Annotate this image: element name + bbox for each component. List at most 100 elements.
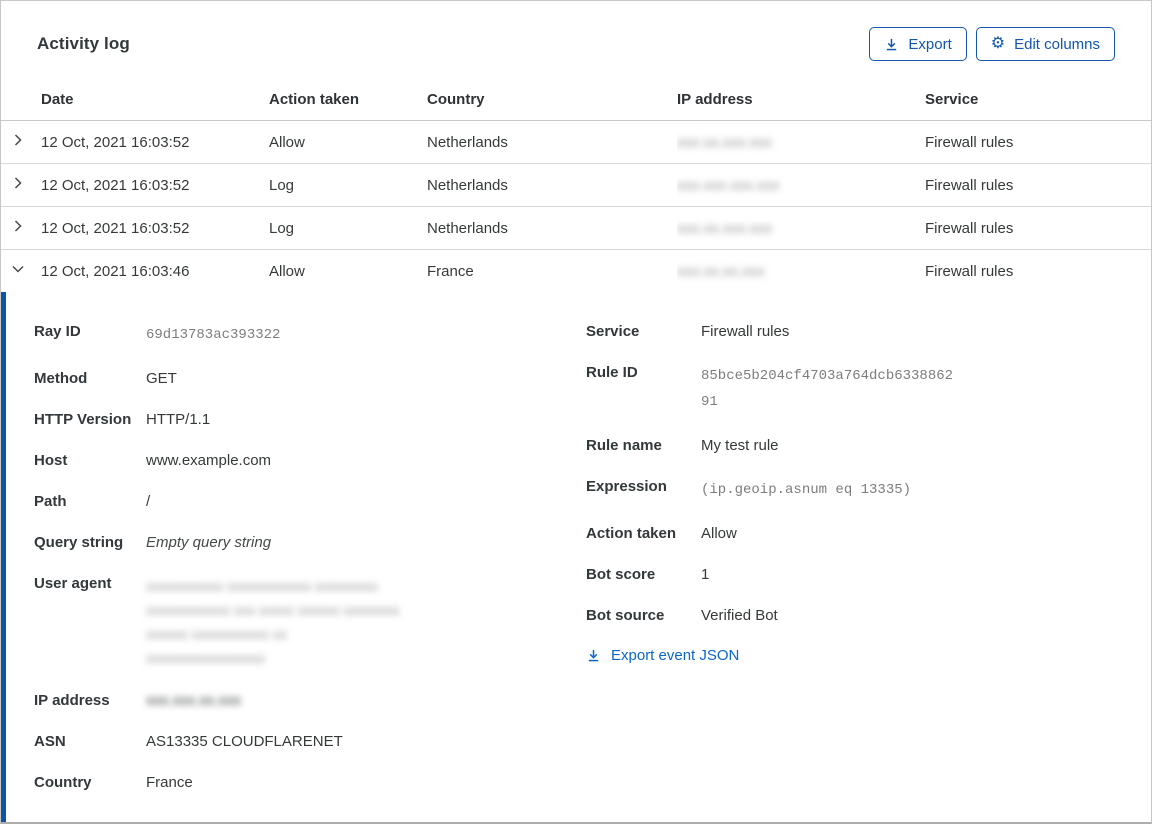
page-title: Activity log [37, 34, 130, 53]
event-details-right-column: Service Firewall rules Rule ID 85bce5b20… [586, 322, 1131, 814]
field-asn: ASN AS13335 CLOUDFLARENET [34, 732, 586, 752]
field-value: GET [146, 370, 177, 387]
table-row[interactable]: 12 Oct, 2021 16:03:52 Log Netherlands xx… [1, 163, 1151, 207]
field-value: www.example.com [146, 452, 272, 469]
chevron-down-icon[interactable] [10, 261, 26, 277]
edit-columns-button-label: Edit columns [1014, 35, 1100, 53]
chevron-right-icon[interactable] [10, 175, 26, 191]
export-event-json-link[interactable]: Export event JSON [586, 647, 739, 664]
page-header: Activity log Export ⚙ Edit columns [1, 1, 1151, 83]
field-label: Ray ID [34, 323, 81, 340]
cell-action: Allow [269, 262, 305, 280]
field-label: User agent [34, 575, 112, 592]
field-user-agent: User agent xxxxxxxxxxx xxxxxxxxxxxx xxxx… [34, 574, 586, 670]
field-label: Bot source [586, 607, 665, 624]
redacted-text-line: xxxxxxxxxxxxxxxxx [146, 650, 265, 666]
activity-log-panel: Activity log Export ⚙ Edit columns Date … [0, 0, 1152, 824]
field-value: My test rule [701, 437, 779, 454]
column-date: Date [41, 83, 269, 121]
field-ray-id: Ray ID 69d13783ac393322 [34, 322, 586, 348]
field-action-taken: Action taken Allow [586, 524, 1131, 544]
cell-service: Firewall rules [925, 206, 1151, 250]
gear-icon: ⚙ [990, 35, 1006, 52]
column-service: Service [925, 83, 1151, 121]
cell-country: Netherlands [427, 163, 677, 207]
field-value: Empty query string [146, 534, 272, 551]
field-value-redacted: xxxxxxxxxxx xxxxxxxxxxxx xxxxxxxxx xxxxx… [146, 574, 400, 670]
cell-action: Allow [269, 120, 427, 164]
field-label: Path [34, 493, 67, 510]
export-event-json-label: Export event JSON [611, 647, 740, 664]
field-label: IP address [34, 692, 110, 709]
field-label: Method [34, 370, 88, 387]
cell-ip-redacted: xxx.xx.xxx.xxx [677, 219, 773, 237]
cell-country: Netherlands [427, 120, 677, 164]
table-header: Date Action taken Country IP address Ser… [1, 83, 1151, 121]
field-label: Service [586, 323, 640, 340]
redacted-text-line: xxxxxx xxxxxxxxxxx xx [146, 626, 287, 642]
event-details-left-column: Ray ID 69d13783ac393322 Method GET HTTP … [34, 322, 586, 814]
column-action-taken: Action taken [269, 83, 427, 121]
cell-date: 12 Oct, 2021 16:03:52 [41, 120, 269, 164]
chevron-right-icon[interactable] [10, 132, 26, 148]
cell-date: 12 Oct, 2021 16:03:52 [41, 163, 269, 207]
edit-columns-button[interactable]: ⚙ Edit columns [975, 27, 1115, 61]
cell-ip-redacted: xxx.xx.xxx.xxx [677, 133, 773, 151]
field-value: Verified Bot [701, 607, 778, 624]
column-country: Country [427, 83, 677, 121]
redacted-text-line: xxxxxxxxxxx xxxxxxxxxxxx xxxxxxxxx [146, 578, 378, 594]
field-value: (ip.geoip.asnum eq 13335) [701, 482, 912, 498]
field-label: Bot score [586, 566, 656, 583]
cell-service: Firewall rules [925, 163, 1151, 207]
field-value: / [146, 493, 151, 510]
field-value: Firewall rules [701, 323, 790, 340]
chevron-right-icon[interactable] [10, 218, 26, 234]
field-value: HTTP/1.1 [146, 411, 211, 428]
field-label: HTTP Version [34, 411, 132, 428]
field-value: Allow [701, 525, 737, 542]
cell-country: Netherlands [427, 206, 677, 250]
export-button[interactable]: Export [869, 27, 967, 61]
field-host: Host www.example.com [34, 451, 586, 471]
cell-service: Firewall rules [925, 120, 1151, 164]
column-expander [1, 83, 41, 121]
cell-country: France [427, 262, 474, 280]
field-method: Method GET [34, 369, 586, 389]
field-label: Rule ID [586, 364, 638, 381]
cell-ip-redacted: xxx.xx.xx.xxx [677, 262, 765, 280]
field-value: AS13335 CLOUDFLARENET [146, 733, 343, 750]
download-icon [586, 648, 601, 663]
field-rule-name: Rule name My test rule [586, 436, 1131, 456]
field-country: Country France [34, 773, 586, 793]
activity-log-table: Date Action taken Country IP address Ser… [1, 83, 1151, 292]
field-label: Action taken [586, 525, 677, 542]
cell-service: Firewall rules [925, 262, 1014, 280]
field-rule-id: Rule ID 85bce5b204cf4703a764dcb633886291 [586, 363, 1131, 415]
toolbar: Export ⚙ Edit columns [869, 27, 1115, 61]
table-row-expanded[interactable]: 12 Oct, 2021 16:03:46 Allow France xxx.x… [1, 249, 1151, 292]
field-label: Expression [586, 478, 667, 495]
cell-date: 12 Oct, 2021 16:03:52 [41, 206, 269, 250]
field-value: France [146, 774, 193, 791]
field-path: Path / [34, 492, 586, 512]
export-button-label: Export [908, 35, 952, 53]
cell-action: Log [269, 163, 427, 207]
field-label: Rule name [586, 437, 662, 454]
field-value: 69d13783ac393322 [146, 327, 281, 343]
cell-action: Log [269, 206, 427, 250]
field-label: Query string [34, 534, 124, 551]
field-bot-score: Bot score 1 [586, 565, 1131, 585]
field-label: Host [34, 452, 68, 469]
event-details-panel: Ray ID 69d13783ac393322 Method GET HTTP … [1, 292, 1151, 822]
field-bot-source: Bot source Verified Bot [586, 606, 1131, 626]
redacted-text-line: xxxxxxxxxxxx xxx xxxxx xxxxxx xxxxxxxx [146, 602, 400, 618]
table-row[interactable]: 12 Oct, 2021 16:03:52 Allow Netherlands … [1, 120, 1151, 164]
field-value: 1 [701, 566, 710, 583]
table-row[interactable]: 12 Oct, 2021 16:03:52 Log Netherlands xx… [1, 206, 1151, 250]
field-ip-address: IP address xxx.xxx.xx.xxx [34, 691, 586, 711]
field-value-redacted: xxx.xxx.xx.xxx [146, 692, 242, 709]
field-expression: Expression (ip.geoip.asnum eq 13335) [586, 477, 1131, 503]
cell-ip-redacted: xxx.xxx.xxx.xxx [677, 176, 780, 194]
field-query-string: Query string Empty query string [34, 533, 586, 553]
field-label: Country [34, 774, 92, 791]
